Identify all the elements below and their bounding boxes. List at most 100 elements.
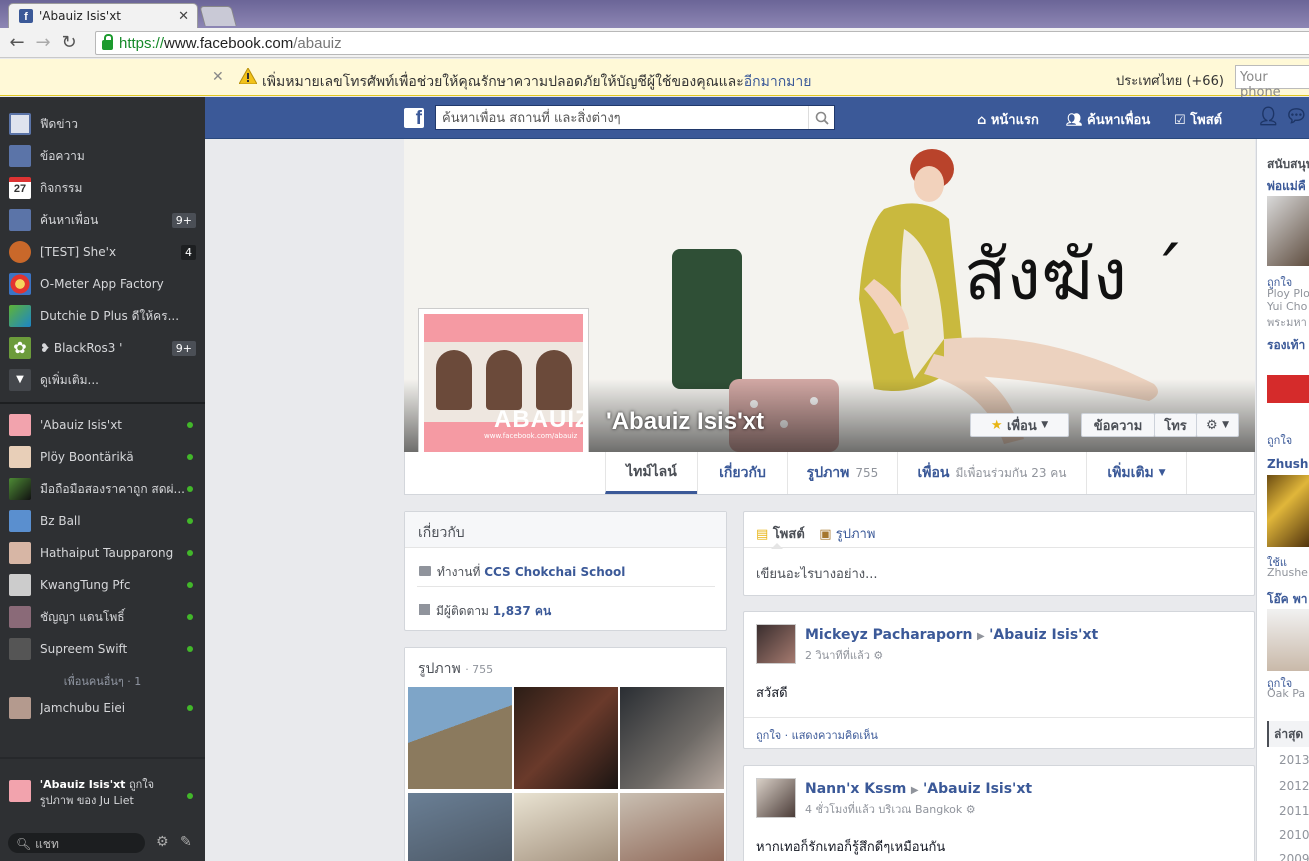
- sidebar-item-find-friends[interactable]: ค้นหาเพื่อน 9+: [0, 204, 205, 236]
- photo-thumbnail[interactable]: [514, 793, 618, 861]
- post-author[interactable]: Nann'x Kssm: [805, 781, 906, 797]
- search-icon[interactable]: [808, 106, 834, 129]
- avatar[interactable]: [756, 624, 796, 664]
- chat-friend-item[interactable]: Jamchubu Eiei: [0, 692, 205, 724]
- forward-arrow-icon[interactable]: →: [30, 32, 56, 53]
- profile-figure: [486, 350, 522, 410]
- composer-input[interactable]: เขียนอะไรบางอย่าง...: [744, 548, 1254, 599]
- photos-card-title[interactable]: รูปภาพ: [418, 661, 461, 677]
- photo-thumbnail[interactable]: [620, 793, 724, 861]
- online-status-dot: [187, 486, 193, 492]
- gear-icon[interactable]: ⚙: [156, 834, 169, 850]
- sidebar-item-o-meter[interactable]: O-Meter App Factory: [0, 268, 205, 300]
- chat-friend-item[interactable]: KwangTung Pfc: [0, 569, 205, 601]
- photo-thumbnail[interactable]: [408, 793, 512, 861]
- address-bar[interactable]: https:// www.facebook.com /abauiz: [95, 31, 1309, 55]
- close-tab-icon[interactable]: ✕: [178, 9, 189, 24]
- sidebar-item-blackros3[interactable]: ✿ ❥ BlackRos3 ' 9+: [0, 332, 205, 364]
- chat-friend-item[interactable]: 'Abauiz Isis'xt: [0, 409, 205, 441]
- ad-image[interactable]: [1267, 354, 1309, 424]
- edit-icon: ☑: [1174, 113, 1186, 128]
- phone-input[interactable]: Your phone: [1235, 65, 1309, 100]
- reload-icon[interactable]: ↻: [56, 32, 82, 53]
- post-time[interactable]: 2 วินาทีที่แล้ว ⚙: [805, 646, 883, 664]
- timeline-nav-year[interactable]: 2009: [1279, 852, 1309, 861]
- timeline-nav-year[interactable]: 2010: [1279, 828, 1309, 842]
- find-friends-icon: [9, 209, 31, 231]
- settings-dropdown-button[interactable]: ⚙ ▼: [1196, 413, 1239, 437]
- post-target[interactable]: 'Abauiz Isis'xt: [923, 781, 1032, 797]
- notice-more-link[interactable]: อีกมากมาย: [744, 74, 812, 90]
- chat-friend-item[interactable]: Hathaiput Taupparong: [0, 537, 205, 569]
- timeline-nav-year[interactable]: 2013: [1279, 753, 1309, 767]
- sidebar-item-label: Dutchie D Plus ดีให้คร...: [40, 308, 180, 323]
- friend-requests-icon[interactable]: 👤︎: [1257, 106, 1280, 127]
- friend-status-button[interactable]: ★ เพื่อน ▼: [970, 413, 1069, 437]
- chat-friend-item[interactable]: Plöy Boontärikä: [0, 441, 205, 473]
- find-friends-link[interactable]: 👥︎ ค้นหาเพื่อน: [1066, 109, 1150, 130]
- country-select[interactable]: ประเทศไทย (+66): [1116, 70, 1224, 91]
- sidebar-item-news-feed[interactable]: ฟีดข่าว: [0, 108, 205, 140]
- ad-title[interactable]: โอ๊ค พา: [1267, 590, 1308, 609]
- home-icon: ⌂: [977, 113, 987, 128]
- ad-like-link[interactable]: ถูกใจ: [1267, 431, 1292, 449]
- message-button[interactable]: ข้อความ: [1081, 413, 1155, 437]
- profile-name[interactable]: 'Abauiz Isis'xt: [606, 408, 764, 436]
- composer-tab-post[interactable]: ▤ โพสต์: [756, 527, 805, 542]
- tab-timeline[interactable]: ไทม์ไลน์: [605, 452, 697, 494]
- sidebar-item-test-shex[interactable]: [TEST] She'x 4: [0, 236, 205, 268]
- timeline-nav-year[interactable]: 2012: [1279, 779, 1309, 793]
- timeline-nav-latest[interactable]: ล่าสุด: [1267, 721, 1309, 747]
- avatar[interactable]: [756, 778, 796, 818]
- photo-thumbnail[interactable]: [408, 687, 512, 789]
- chat-friend-item[interactable]: Bz Ball: [0, 505, 205, 537]
- about-work-link[interactable]: CCS Chokchai School: [484, 565, 625, 579]
- ad-image[interactable]: [1267, 475, 1309, 547]
- chat-friend-item[interactable]: ชัญญา แดนโพธิ์: [0, 601, 205, 633]
- composer-tab-photo[interactable]: ▣ รูปภาพ: [819, 527, 875, 542]
- new-tab-button[interactable]: [199, 6, 237, 26]
- notice-message: เพิ่มหมายเลขโทรศัพท์เพื่อช่วยให้คุณรักษา…: [262, 71, 811, 93]
- tab-about[interactable]: เกี่ยวกับ: [697, 452, 787, 494]
- sidebar-item-see-more[interactable]: ▼ ดูเพิ่มเติม...: [0, 364, 205, 396]
- photo-thumbnail[interactable]: [620, 687, 724, 789]
- online-status-dot: [187, 614, 193, 620]
- ad-image[interactable]: [1267, 609, 1309, 671]
- photo-thumbnail[interactable]: [514, 687, 618, 789]
- chat-friend-item[interactable]: มือถือมือสองราคาถูก สดผ่...: [0, 473, 205, 505]
- chat-friend-item[interactable]: Supreem Swift: [0, 633, 205, 665]
- about-followers-link[interactable]: 1,837 คน: [493, 604, 551, 618]
- timeline-nav-year[interactable]: 2011: [1279, 804, 1309, 818]
- ticker-story[interactable]: 'Abauiz Isis'xt ถูกใจ รูปภาพ ของ Ju Liet: [0, 777, 205, 817]
- ad-title[interactable]: Zhushe: [1267, 457, 1309, 471]
- ad-title[interactable]: รองเท้า: [1267, 336, 1305, 355]
- compose-icon[interactable]: ✎: [180, 834, 192, 850]
- browser-tab[interactable]: f 'Abauiz Isis'xt ✕: [8, 3, 198, 28]
- sidebar-item-dutchie[interactable]: Dutchie D Plus ดีให้คร...: [0, 300, 205, 332]
- facebook-logo-icon[interactable]: f: [404, 108, 424, 128]
- post-target[interactable]: 'Abauiz Isis'xt: [989, 627, 1098, 643]
- back-arrow-icon[interactable]: ←: [4, 32, 30, 53]
- tab-friends[interactable]: เพื่อน มีเพื่อนร่วมกัน 23 คน: [897, 452, 1086, 494]
- sidebar-item-messages[interactable]: ข้อความ: [0, 140, 205, 172]
- close-icon[interactable]: ✕: [212, 69, 224, 85]
- chat-search-input[interactable]: 🔍︎ แชท: [8, 833, 145, 853]
- post-link[interactable]: ☑ โพสต์: [1174, 109, 1222, 130]
- messages-icon[interactable]: 💬︎: [1285, 106, 1308, 127]
- tab-more[interactable]: เพิ่มเติม ▼: [1086, 452, 1187, 494]
- ad-image[interactable]: [1267, 196, 1309, 266]
- post-author[interactable]: Mickeyz Pacharaporn: [805, 627, 973, 643]
- facebook-search-input[interactable]: ค้นหาเพื่อน สถานที่ และสิ่งต่างๆ: [435, 105, 835, 130]
- online-status-dot: [187, 793, 194, 799]
- gear-icon: ⚙: [1205, 417, 1218, 433]
- call-button[interactable]: โทร: [1154, 413, 1197, 437]
- tab-photos[interactable]: รูปภาพ 755: [787, 452, 897, 494]
- post-actions[interactable]: ถูกใจ · แสดงความคิดเห็น: [756, 726, 878, 744]
- about-followers-row: มีผู้ติดตาม 1,837 คน: [419, 602, 551, 621]
- sidebar-item-label: ดูเพิ่มเติม...: [40, 372, 99, 387]
- post-time[interactable]: 4 ชั่วโมงที่แล้ว บริเวณ Bangkok ⚙: [805, 800, 976, 818]
- home-link[interactable]: ⌂ หน้าแรก: [977, 109, 1039, 130]
- ad-title[interactable]: พ่อแม่คื: [1267, 177, 1306, 196]
- about-card: เกี่ยวกับ ทำงานที่ CCS Chokchai School ม…: [404, 511, 727, 631]
- sidebar-item-events[interactable]: 27 กิจกรรม: [0, 172, 205, 204]
